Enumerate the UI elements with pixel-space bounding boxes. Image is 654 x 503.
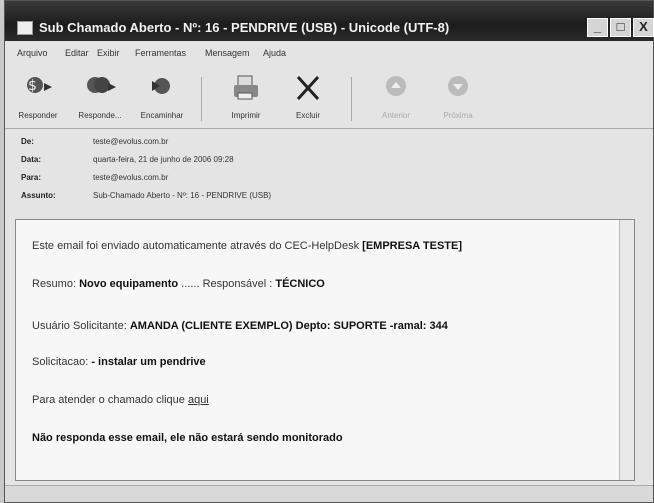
delete-label: Excluir	[295, 111, 320, 120]
menu-mensagem[interactable]: Mensagem	[205, 48, 250, 58]
reply-all-label: Responde...	[78, 111, 122, 120]
subject-value: Sub-Chamado Aberto - Nº: 16 - PENDRIVE (…	[93, 191, 272, 200]
forward-label: Encaminhar	[140, 111, 184, 120]
printer-icon	[215, 73, 277, 103]
reply-button[interactable]: $ Responder	[7, 73, 69, 127]
responsible-value: TÉCNICO	[275, 278, 325, 290]
down-arrow-icon	[427, 73, 489, 103]
reply-all-icon	[69, 73, 131, 103]
delete-x-icon	[277, 73, 339, 103]
reply-label: Responder	[18, 111, 58, 120]
vertical-scrollbar[interactable]	[619, 220, 634, 480]
attend-text: Para atender o chamado clique	[32, 394, 185, 406]
summary-dots: ......	[181, 278, 200, 290]
request-label: Solicitacao:	[32, 356, 89, 368]
responsible-label: Responsável :	[202, 278, 273, 290]
request-value: - instalar um pendrive	[91, 356, 206, 368]
maximize-button[interactable]: □	[610, 18, 631, 37]
intro-company: [EMPRESA TESTE]	[362, 240, 462, 252]
to-label: Para:	[21, 173, 42, 182]
up-arrow-icon	[365, 73, 427, 103]
reply-icon: $	[7, 73, 69, 103]
envelope-icon	[17, 21, 33, 35]
message-body[interactable]: Este email foi enviado automaticamente a…	[15, 219, 635, 481]
reply-all-button[interactable]: Responde...	[69, 73, 131, 127]
svg-text:$: $	[28, 78, 37, 94]
forward-button[interactable]: Encaminhar	[131, 73, 193, 127]
forward-icon	[131, 73, 193, 103]
attend-link[interactable]: aqui	[188, 394, 209, 406]
toolbar: $ Responder Responde... Encaminhar Impri…	[5, 67, 653, 129]
from-value[interactable]: teste@evolus.com.br	[93, 137, 168, 146]
intro-text: Este email foi enviado automaticamente a…	[32, 240, 360, 252]
date-label: Data:	[21, 155, 42, 164]
toolbar-separator	[351, 77, 352, 121]
to-value[interactable]: teste@evolus.com.br	[93, 173, 168, 182]
menu-exibir[interactable]: Exibir	[97, 48, 120, 58]
menu-editar[interactable]: Editar	[65, 48, 89, 58]
requester-label: Usuário Solicitante:	[32, 320, 127, 332]
close-button[interactable]: X	[633, 18, 654, 37]
request-line: Solicitacao: - instalar um pendrive	[32, 356, 206, 368]
warning-line: Não responda esse email, ele não estará …	[32, 432, 343, 444]
title-bar[interactable]: Sub Chamado Aberto - Nº: 16 - PENDRIVE (…	[5, 1, 654, 41]
window-title: Sub Chamado Aberto - Nº: 16 - PENDRIVE (…	[39, 20, 450, 35]
subject-label: Assunto:	[21, 191, 56, 200]
print-label: Imprimir	[231, 111, 261, 120]
summary-line: Resumo: Novo equipamento ...... Responsá…	[32, 278, 325, 290]
date-value: quarta-feira, 21 de junho de 2006 09:28	[93, 155, 234, 164]
from-label: De:	[21, 137, 34, 146]
intro-line: Este email foi enviado automaticamente a…	[32, 240, 462, 252]
delete-button[interactable]: Excluir	[277, 73, 339, 127]
minimize-button[interactable]: _	[587, 18, 608, 37]
summary-label: Resumo:	[32, 278, 77, 290]
previous-button[interactable]: Anterior	[365, 73, 427, 127]
next-label: Próxima	[443, 111, 473, 120]
next-button[interactable]: Próxima	[427, 73, 489, 127]
warning-text: Não responda esse email, ele não estará …	[32, 432, 343, 444]
status-bar	[5, 485, 653, 502]
message-window: Sub Chamado Aberto - Nº: 16 - PENDRIVE (…	[4, 0, 654, 503]
previous-label: Anterior	[381, 111, 410, 120]
requester-value: AMANDA (CLIENTE EXEMPLO) Depto: SUPORTE …	[129, 320, 448, 332]
menu-ferramentas[interactable]: Ferramentas	[135, 48, 186, 58]
toolbar-separator	[201, 77, 202, 121]
summary-value: Novo equipamento	[79, 278, 179, 290]
menu-bar: Arquivo Editar Exibir Ferramentas Mensag…	[5, 45, 653, 63]
message-headers: De: teste@evolus.com.br Data: quarta-fei…	[21, 133, 631, 213]
print-button[interactable]: Imprimir	[215, 73, 277, 127]
menu-ajuda[interactable]: Ajuda	[263, 48, 286, 58]
requester-line: Usuário Solicitante: AMANDA (CLIENTE EXE…	[32, 320, 448, 332]
attend-line: Para atender o chamado clique aqui	[32, 394, 209, 406]
menu-arquivo[interactable]: Arquivo	[17, 48, 48, 58]
